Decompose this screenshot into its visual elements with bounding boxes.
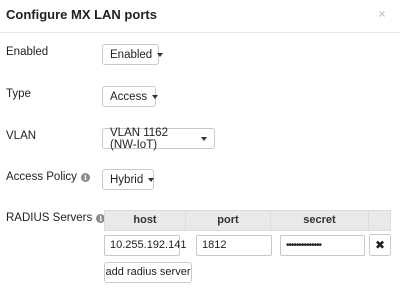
access-policy-label: Access Policy i: [6, 171, 90, 183]
configure-lan-ports-dialog: Configure MX LAN ports × Enabled Enabled…: [0, 0, 400, 294]
enabled-dropdown[interactable]: Enabled: [102, 44, 164, 65]
vlan-label-text: VLAN: [6, 130, 37, 142]
enabled-dropdown-value: Enabled: [110, 48, 153, 61]
vlan-dropdown[interactable]: VLAN 1162 (NW-IoT): [102, 126, 215, 151]
radius-header-port: port: [185, 210, 271, 231]
radius-header-host: host: [104, 210, 186, 231]
vlan-dropdown-value: VLAN 1162 (NW-IoT): [110, 126, 168, 151]
radius-secret-input[interactable]: ••••••••••••••: [280, 235, 365, 256]
type-label-text: Type: [6, 88, 31, 100]
type-label: Type: [6, 88, 31, 100]
radius-servers-label: RADIUS Servers i: [6, 212, 106, 224]
access-policy-label-text: Access Policy: [6, 171, 77, 183]
caret-down-icon: [201, 136, 207, 141]
access-policy-dropdown-value: Hybrid: [110, 173, 144, 186]
type-dropdown-value: Access: [110, 90, 148, 103]
delete-icon[interactable]: ✖: [369, 234, 391, 256]
access-policy-dropdown[interactable]: Hybrid: [102, 169, 155, 190]
dialog-header: Configure MX LAN ports ×: [0, 0, 400, 33]
add-radius-server-button[interactable]: add radius server: [104, 262, 192, 283]
caret-down-icon: [157, 52, 164, 57]
caret-down-icon: [148, 177, 155, 182]
radius-host-input[interactable]: 10.255.192.141: [104, 235, 186, 256]
caret-down-icon: [152, 94, 159, 99]
close-icon[interactable]: ×: [376, 8, 388, 20]
radius-port-input[interactable]: 1812: [196, 235, 272, 256]
vlan-label: VLAN: [6, 130, 36, 142]
dialog-title: Configure MX LAN ports: [6, 7, 157, 22]
radius-servers-label-text: RADIUS Servers: [6, 212, 93, 224]
enabled-label-text: Enabled: [6, 46, 49, 58]
info-icon[interactable]: i: [80, 172, 90, 182]
radius-header-actions: [368, 210, 391, 231]
enabled-label: Enabled: [6, 46, 48, 58]
radius-header-secret: secret: [270, 210, 369, 231]
type-dropdown[interactable]: Access: [102, 86, 159, 107]
